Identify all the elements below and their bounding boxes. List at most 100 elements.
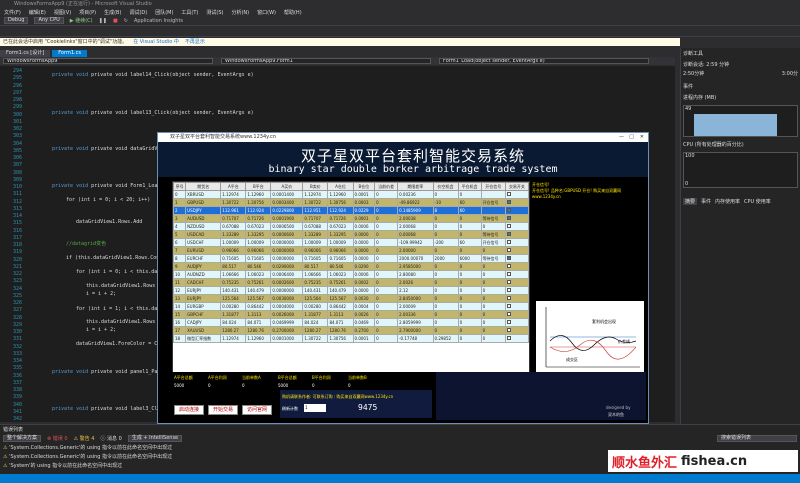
table-cell[interactable]: 112.951 [302, 206, 329, 215]
table-cell[interactable]: 0.67088 [220, 222, 247, 231]
counter-input[interactable]: 1 [304, 404, 326, 412]
table-cell[interactable]: 2.00336 [397, 310, 434, 319]
table-cell[interactable]: 2.00068 [397, 222, 434, 231]
table-cell[interactable]: 140.431 [220, 286, 247, 295]
table-cell[interactable]: 0 [480, 318, 506, 327]
table-cell[interactable]: 1.06666 [302, 270, 329, 279]
table-cell[interactable]: 0.0000000 [270, 286, 304, 295]
table-cell[interactable]: 14 [172, 302, 187, 311]
table-cell[interactable]: 0.0000 [352, 286, 376, 295]
member-dropdown[interactable]: Form1_Load(object sender, EventArgs e) [439, 58, 649, 64]
connect-button[interactable]: 启动连接 [174, 405, 204, 415]
table-cell[interactable]: 0.0030 [352, 294, 376, 303]
table-cell[interactable]: 1.00009 [245, 238, 272, 247]
table-row[interactable]: 8 EURCHF 0.71605 0.71605 0.0000000 0.71605 0.7… [172, 254, 530, 263]
table-cell[interactable]: 0.75235 [302, 278, 329, 287]
table-cell[interactable]: 0 [457, 246, 482, 255]
table-cell[interactable]: 125.564 [220, 294, 247, 303]
table-cell[interactable]: 0 [457, 286, 482, 295]
table-cell[interactable]: 0.0006 [352, 270, 376, 279]
table-cell[interactable]: 0.67088 [302, 222, 329, 231]
table-cell[interactable]: 0.96066 [245, 246, 272, 255]
table-cell[interactable] [504, 230, 530, 239]
table-cell[interactable]: 112.961 [220, 206, 247, 215]
table-cell[interactable]: 0 [432, 310, 459, 319]
table-cell[interactable]: 0 [374, 318, 399, 327]
table-cell[interactable]: 0.0000 [352, 230, 376, 239]
table-cell[interactable]: 0 [480, 326, 506, 335]
table-cell[interactable]: 0.2700000 [270, 326, 304, 335]
table-cell[interactable] [504, 254, 530, 263]
table-cell[interactable]: 0.0290 [352, 262, 376, 271]
table-cell[interactable]: 0 [374, 270, 399, 279]
table-cell[interactable]: 11 [172, 278, 187, 287]
table-cell[interactable]: 1.31877 [302, 310, 329, 319]
table-cell[interactable]: 1.06023 [327, 270, 354, 279]
table-cell[interactable]: 17 [172, 326, 187, 335]
table-cell[interactable] [504, 206, 530, 215]
table-cell[interactable]: 0.96066 [327, 246, 354, 255]
table-cell[interactable]: GBPCHF [185, 310, 222, 319]
start-trade-button[interactable]: 开始交易 [208, 405, 238, 415]
table-cell[interactable]: 2.00038 [397, 214, 434, 223]
table-cell[interactable]: 0 [480, 286, 506, 295]
tab-cpu[interactable]: CPU 使用率 [744, 198, 771, 205]
table-cell[interactable]: 1.00009 [302, 238, 329, 247]
table-cell[interactable]: XBRUSD [185, 190, 222, 199]
table-cell[interactable]: 0 [432, 262, 459, 271]
table-cell[interactable]: 0 [374, 334, 399, 343]
table-cell[interactable]: 0 [480, 302, 506, 311]
table-cell[interactable]: 0.86442 [245, 302, 272, 311]
table-cell[interactable]: 0.0001 [352, 334, 376, 343]
column-header[interactable]: 序号 [172, 182, 187, 191]
menu-item-window[interactable]: 窗口(W) [257, 9, 276, 16]
table-cell[interactable]: 0.71605 [220, 254, 247, 263]
table-cell[interactable]: 0 [374, 206, 399, 215]
table-cell[interactable]: 3 [172, 214, 187, 223]
table-cell[interactable] [480, 190, 506, 199]
table-cell[interactable]: 0 [457, 230, 482, 239]
insights-button[interactable]: Application Insights [134, 18, 183, 24]
trade-switch-checkbox[interactable] [506, 264, 511, 268]
table-cell[interactable]: 0.71726 [327, 214, 354, 223]
table-cell[interactable]: 80.546 [245, 262, 272, 271]
table-cell[interactable]: 0.0004 [352, 302, 376, 311]
table-cell[interactable]: 0 [480, 246, 506, 255]
table-cell[interactable]: 0.0006400 [270, 270, 304, 279]
table-cell[interactable]: 1.00009 [327, 238, 354, 247]
table-cell[interactable]: 0 [457, 326, 482, 335]
table-cell[interactable]: 0.1485909 [397, 206, 434, 215]
table-row[interactable]: 16 CADJPY 84.024 84.071 0.0469999 84.024 84.07… [172, 318, 530, 327]
table-cell[interactable]: 1.30722 [302, 198, 329, 207]
table-cell[interactable]: 0.0000600 [270, 230, 304, 239]
table-cell[interactable]: 0.0229 [352, 206, 376, 215]
table-cell[interactable]: 125.567 [327, 294, 354, 303]
table-cell[interactable]: 2.7900000 [397, 326, 434, 335]
table-row[interactable]: 13 EURJPY 125.564 125.567 0.0030000 125.564 12… [172, 294, 530, 303]
trade-switch-checkbox[interactable] [506, 328, 511, 332]
stop-icon[interactable]: ■ [113, 18, 118, 24]
table-cell[interactable]: 1.30756 [327, 334, 354, 343]
table-cell[interactable]: CADCHF [185, 278, 222, 287]
table-cell[interactable]: 8 [172, 254, 187, 263]
table-cell[interactable]: 0.0004000 [270, 302, 304, 311]
table-cell[interactable]: 0.0006 [352, 222, 376, 231]
table-cell[interactable]: 2000 [432, 254, 459, 263]
column-header[interactable]: 期限差率 [397, 182, 434, 191]
table-cell[interactable]: 16 [172, 318, 187, 327]
table-cell[interactable]: 0.00236 [397, 190, 434, 199]
table-cell[interactable]: 0 [432, 302, 459, 311]
table-cell[interactable]: 1.12960 [327, 190, 354, 199]
tab-summary[interactable]: 摘要 [683, 198, 698, 205]
table-cell[interactable]: 0.75261 [327, 278, 354, 287]
table-cell[interactable]: 0 [432, 318, 459, 327]
table-cell[interactable]: 2.00009 [397, 302, 434, 311]
table-cell[interactable]: 140.431 [302, 286, 329, 295]
table-row[interactable]: 12 EURJPY 140.431 140.479 0.0000000 140.431 14… [172, 286, 530, 295]
table-cell[interactable]: 0 [432, 270, 459, 279]
table-cell[interactable]: EURGBP [185, 302, 222, 311]
table-cell[interactable]: 开仓信号 [480, 198, 506, 207]
column-header[interactable]: 开仓信号 [480, 182, 506, 191]
table-cell[interactable]: -0.17748 [397, 334, 434, 343]
table-cell[interactable]: 0.00068 [397, 230, 434, 239]
